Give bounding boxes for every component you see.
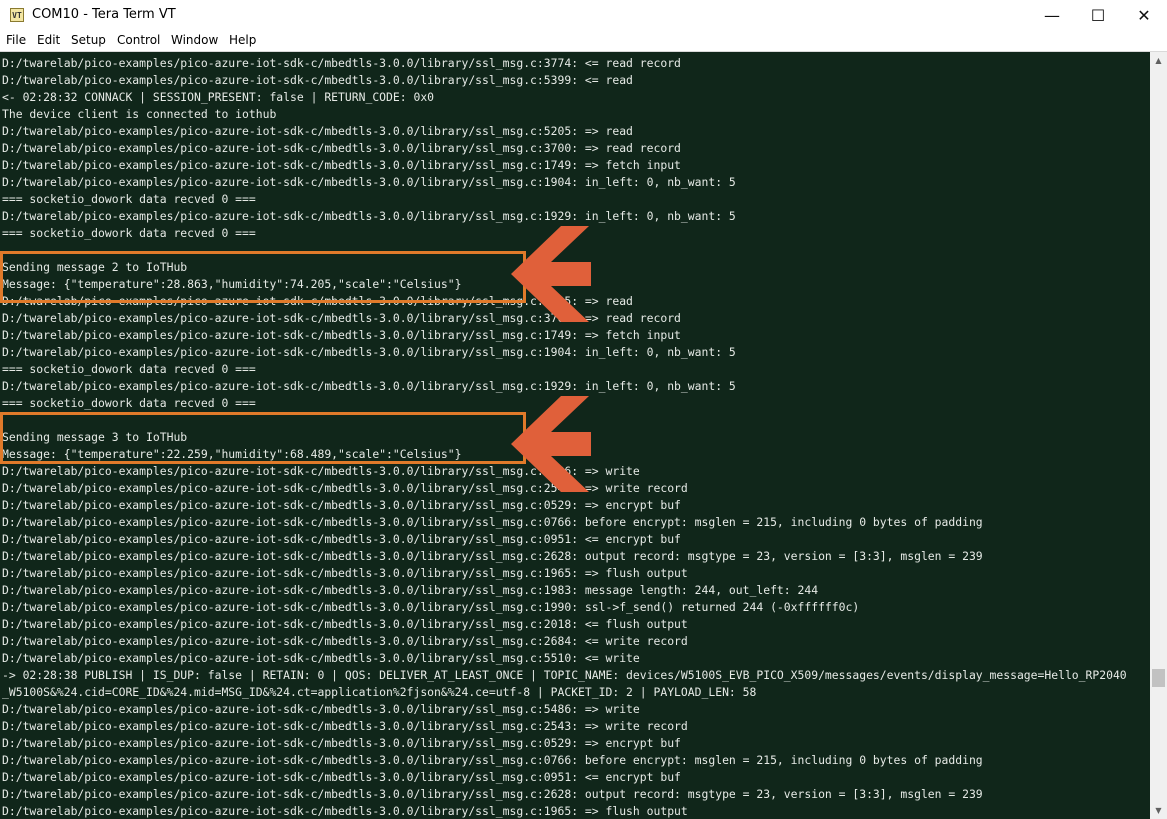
terminal-line: D:/twarelab/pico-examples/pico-azure-iot… xyxy=(2,634,688,648)
terminal-line: D:/twarelab/pico-examples/pico-azure-iot… xyxy=(2,515,983,529)
terminal-line: D:/twarelab/pico-examples/pico-azure-iot… xyxy=(2,583,819,597)
title-bar[interactable]: VT COM10 - Tera Term VT — ☐ ✕ xyxy=(0,0,1167,31)
terminal-line: -> 02:28:38 PUBLISH | IS_DUP: false | RE… xyxy=(2,668,1127,682)
terminal-line: D:/twarelab/pico-examples/pico-azure-iot… xyxy=(2,787,983,801)
terminal-line: <- 02:28:32 CONNACK | SESSION_PRESENT: f… xyxy=(2,90,435,104)
terminal-line: D:/twarelab/pico-examples/pico-azure-iot… xyxy=(2,753,983,767)
highlight-box-message-3 xyxy=(0,412,526,464)
terminal-line: D:/twarelab/pico-examples/pico-azure-iot… xyxy=(2,617,688,631)
left-arrow-icon xyxy=(511,396,591,492)
terminal-line: D:/twarelab/pico-examples/pico-azure-iot… xyxy=(2,379,736,393)
arrow-shape xyxy=(511,396,591,492)
maximize-button[interactable]: ☐ xyxy=(1075,0,1121,31)
tera-term-app-icon[interactable]: VT xyxy=(10,8,24,22)
terminal-line: D:/twarelab/pico-examples/pico-azure-iot… xyxy=(2,498,681,512)
terminal-line: D:/twarelab/pico-examples/pico-azure-iot… xyxy=(2,566,688,580)
terminal-line: D:/twarelab/pico-examples/pico-azure-iot… xyxy=(2,804,688,818)
close-button[interactable]: ✕ xyxy=(1121,0,1167,31)
menu-edit[interactable]: Edit xyxy=(37,33,60,47)
terminal-line: D:/twarelab/pico-examples/pico-azure-iot… xyxy=(2,770,681,784)
terminal-line: _W5100S&%24.cid=CORE_ID&%24.mid=MSG_ID&%… xyxy=(2,685,757,699)
window-title: COM10 - Tera Term VT xyxy=(32,7,176,22)
terminal-line: D:/twarelab/pico-examples/pico-azure-iot… xyxy=(2,719,688,733)
terminal-output[interactable]: D:/twarelab/pico-examples/pico-azure-iot… xyxy=(0,52,1150,819)
terminal-line: D:/twarelab/pico-examples/pico-azure-iot… xyxy=(2,141,681,155)
menu-bar: File Edit Setup Control Window Help xyxy=(0,31,1167,52)
menu-window[interactable]: Window xyxy=(171,33,218,47)
menu-setup[interactable]: Setup xyxy=(71,33,106,47)
menu-help[interactable]: Help xyxy=(229,33,256,47)
terminal-line: D:/twarelab/pico-examples/pico-azure-iot… xyxy=(2,209,736,223)
vertical-scrollbar[interactable]: ▲ ▼ xyxy=(1150,52,1167,819)
scroll-down-arrow-icon[interactable]: ▼ xyxy=(1150,802,1167,819)
terminal-line: D:/twarelab/pico-examples/pico-azure-iot… xyxy=(2,345,736,359)
left-arrow-icon xyxy=(511,226,591,322)
highlight-box-message-2 xyxy=(0,251,526,303)
terminal-line: === socketio_dowork data recved 0 === xyxy=(2,362,256,376)
scroll-up-arrow-icon[interactable]: ▲ xyxy=(1150,52,1167,69)
terminal-line: D:/twarelab/pico-examples/pico-azure-iot… xyxy=(2,124,633,138)
terminal-line: D:/twarelab/pico-examples/pico-azure-iot… xyxy=(2,600,860,614)
terminal-line: D:/twarelab/pico-examples/pico-azure-iot… xyxy=(2,73,633,87)
minimize-button[interactable]: — xyxy=(1029,0,1075,31)
terminal-line: D:/twarelab/pico-examples/pico-azure-iot… xyxy=(2,328,681,342)
terminal-line: D:/twarelab/pico-examples/pico-azure-iot… xyxy=(2,736,681,750)
terminal-line: D:/twarelab/pico-examples/pico-azure-iot… xyxy=(2,56,681,70)
menu-file[interactable]: File xyxy=(6,33,26,47)
terminal-line: The device client is connected to iothub xyxy=(2,107,277,121)
terminal-line: D:/twarelab/pico-examples/pico-azure-iot… xyxy=(2,549,983,563)
menu-control[interactable]: Control xyxy=(117,33,160,47)
arrow-shape xyxy=(511,226,591,322)
terminal-line: D:/twarelab/pico-examples/pico-azure-iot… xyxy=(2,702,640,716)
terminal-line: === socketio_dowork data recved 0 === xyxy=(2,192,256,206)
terminal-line: D:/twarelab/pico-examples/pico-azure-iot… xyxy=(2,175,736,189)
terminal-line: D:/twarelab/pico-examples/pico-azure-iot… xyxy=(2,532,681,546)
terminal-line: D:/twarelab/pico-examples/pico-azure-iot… xyxy=(2,158,681,172)
terminal-line: D:/twarelab/pico-examples/pico-azure-iot… xyxy=(2,651,640,665)
scrollbar-thumb[interactable] xyxy=(1152,669,1165,687)
